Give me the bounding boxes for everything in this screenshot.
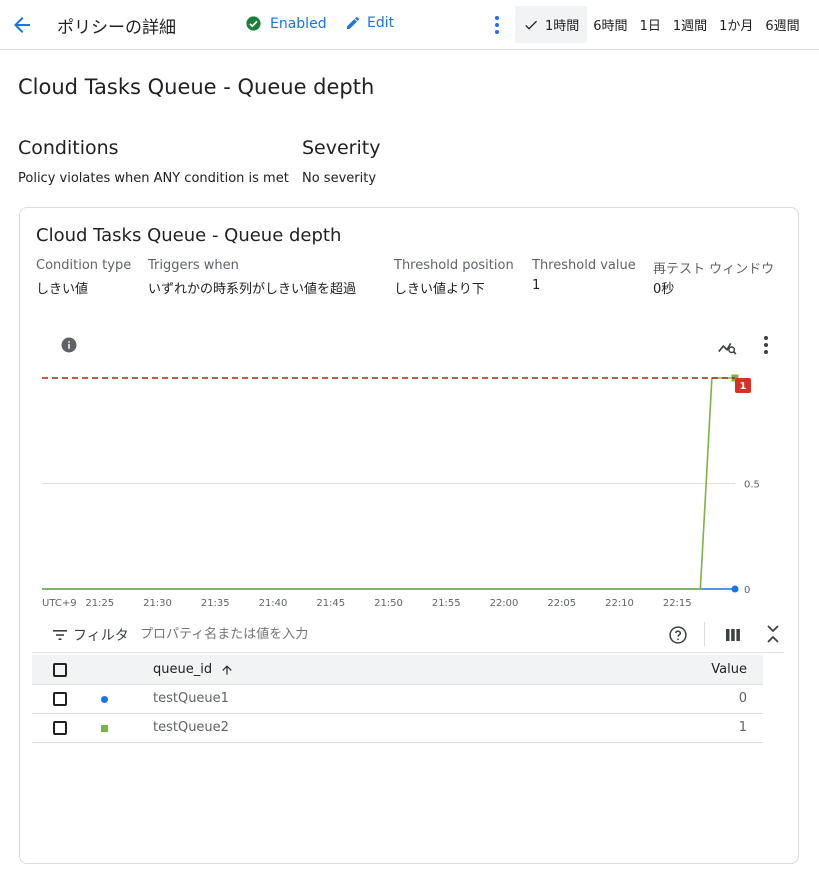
legend-table: queue_id Value testQueue1 0 testQueue2 1 (32, 655, 763, 743)
select-all-checkbox[interactable] (53, 663, 67, 677)
queue-id-cell: testQueue1 (153, 691, 229, 706)
condition-card: Cloud Tasks Queue - Queue depth Conditio… (19, 207, 799, 864)
value-cell: 1 (738, 720, 747, 735)
x-tick-label: 22:15 (663, 598, 692, 609)
queue-depth-chart: 0 0.5 UTC+9 21:25 21:30 21:35 21:40 21:45 21:50 2… (42, 374, 760, 609)
time-range-1h[interactable]: 1時間 (515, 6, 588, 43)
severity-text: No severity (302, 171, 377, 186)
severity-heading: Severity (302, 137, 381, 159)
page-title: ポリシーの詳細 (57, 18, 176, 38)
conditions-text: Policy violates when ANY condition is me… (18, 171, 289, 186)
threshold-badge-label: 1 (740, 381, 747, 392)
time-range-label: 1時間 (545, 19, 580, 34)
status-enabled: Enabled (245, 15, 327, 32)
table-header: queue_id Value (32, 655, 763, 685)
table-row: testQueue2 1 (32, 714, 763, 743)
row-checkbox[interactable] (53, 721, 67, 735)
x-tick-label: 22:10 (605, 598, 634, 609)
series-marker-circle (101, 696, 108, 703)
filter-icon[interactable] (52, 627, 68, 643)
queue-id-cell: testQueue2 (153, 720, 229, 735)
time-range-6w[interactable]: 6週間 (759, 6, 805, 43)
check-circle-icon (246, 16, 261, 31)
x-tick-label: 21:55 (432, 598, 461, 609)
series-marker-square (101, 725, 108, 732)
top-bar: ポリシーの詳細 Enabled Edit 1時間 6時間 1日 1週間 1か月 … (0, 0, 819, 50)
x-tick-label: 21:40 (259, 598, 288, 609)
help-icon[interactable] (668, 625, 688, 645)
pencil-icon (347, 16, 360, 29)
edit-button[interactable]: Edit (345, 15, 394, 31)
filter-label: フィルタ (73, 628, 129, 644)
x-tick-label: 21:45 (316, 598, 345, 609)
time-range-1mo[interactable]: 1か月 (713, 6, 759, 43)
value-cell: 0 (738, 691, 747, 706)
x-tick-label: 22:00 (490, 598, 519, 609)
x-tick-label: 21:35 (201, 598, 230, 609)
more-vert-icon[interactable] (487, 13, 507, 37)
back-arrow-icon[interactable] (10, 13, 34, 37)
row-checkbox[interactable] (53, 692, 67, 706)
x-tick-label: UTC+9 (42, 598, 77, 609)
edit-label: Edit (367, 15, 395, 31)
time-range-6h[interactable]: 6時間 (587, 6, 633, 43)
value-header[interactable]: Value (711, 662, 747, 677)
y-tick-label: 0.5 (744, 480, 760, 491)
sort-ascending-icon (222, 664, 232, 675)
status-label: Enabled (270, 15, 327, 32)
collapse-icon[interactable] (765, 623, 781, 645)
filter-input[interactable] (140, 621, 540, 647)
filter-bar: フィルタ (32, 617, 784, 653)
divider (704, 622, 705, 646)
x-tick-label: 21:25 (85, 598, 114, 609)
time-range-selector: 1時間 6時間 1日 1週間 1か月 6週間 (515, 6, 806, 43)
table-row: testQueue1 0 (32, 685, 763, 714)
check-icon (525, 20, 537, 30)
series-end-point (731, 585, 739, 593)
x-tick-label: 21:50 (374, 598, 403, 609)
queue-id-header-label: queue_id (153, 662, 213, 677)
queue-id-header[interactable]: queue_id (153, 662, 234, 677)
y-tick-label: 0 (744, 585, 750, 596)
column-display-icon[interactable] (725, 627, 741, 643)
time-range-1w[interactable]: 1週間 (667, 6, 713, 43)
x-tick-label: 21:30 (143, 598, 172, 609)
conditions-heading: Conditions (18, 137, 119, 159)
policy-name: Cloud Tasks Queue - Queue depth (18, 75, 375, 99)
x-tick-label: 22:05 (547, 598, 576, 609)
time-range-1d[interactable]: 1日 (634, 6, 667, 43)
